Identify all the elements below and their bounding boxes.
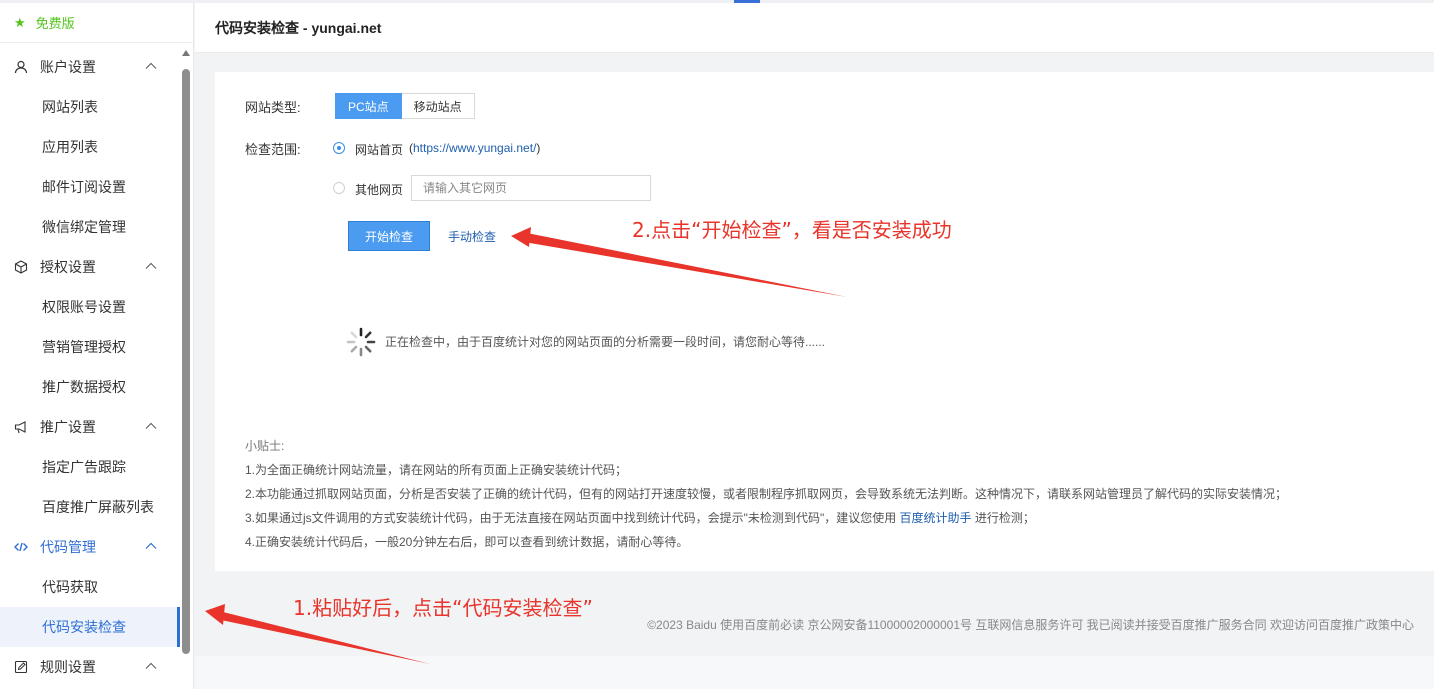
sidebar-group-label: 账户设置 <box>40 59 96 75</box>
sidebar-item-permission-accounts[interactable]: 权限账号设置 <box>0 287 180 327</box>
sidebar-item-label: 邮件订阅设置 <box>42 179 126 195</box>
scroll-up-arrow-icon[interactable] <box>182 50 190 56</box>
sidebar-group-code-management[interactable]: 代码管理 <box>0 527 180 567</box>
edit-icon <box>14 660 28 674</box>
sidebar: ★ 免费版 账户设置 网站列表 应用列表 邮件订阅设置 微信绑定管理 授权设置 … <box>0 3 194 689</box>
sidebar-group-promotion-settings[interactable]: 推广设置 <box>0 407 180 447</box>
tips-section: 小贴士: 1.为全面正确统计网站流量，请在网站的所有页面上正确安装统计代码； 2… <box>245 434 1287 554</box>
user-icon <box>14 60 28 74</box>
sidebar-group-label: 授权设置 <box>40 259 96 275</box>
start-check-button[interactable]: 开始检查 <box>348 221 430 251</box>
scope-homepage-label: 网站首页 <box>355 143 404 157</box>
sidebar-item-baidu-block-list[interactable]: 百度推广屏蔽列表 <box>0 487 180 527</box>
other-page-input[interactable] <box>411 175 651 201</box>
tips-title: 小贴士: <box>245 439 285 453</box>
sidebar-item-wechat-binding[interactable]: 微信绑定管理 <box>0 207 180 247</box>
sidebar-group-rule-settings[interactable]: 规则设置 <box>0 647 180 687</box>
sidebar-item-app-list[interactable]: 应用列表 <box>0 127 180 167</box>
sidebar-group-label: 代码管理 <box>40 539 96 555</box>
scope-other-radio[interactable] <box>333 182 345 194</box>
sidebar-menu: 账户设置 网站列表 应用列表 邮件订阅设置 微信绑定管理 授权设置 权限账号设置… <box>0 47 180 687</box>
loading-spinner-icon <box>346 327 376 357</box>
megaphone-icon <box>14 420 28 434</box>
tip-line-2: 2.本功能通过抓取网站页面，分析是否安装了正确的统计代码，但有的网站打开速度较慢… <box>245 487 1288 501</box>
sidebar-item-label: 指定广告跟踪 <box>42 459 126 475</box>
scope-homepage-url: (https://www.yungai.net/) <box>409 141 541 155</box>
sidebar-item-label: 网站列表 <box>42 99 98 115</box>
site-type-label: 网站类型: <box>245 100 301 115</box>
scope-other-label: 其他网页 <box>355 183 404 197</box>
bottom-strip <box>195 656 1434 689</box>
sidebar-item-label: 微信绑定管理 <box>42 219 126 235</box>
sidebar-item-label: 权限账号设置 <box>42 299 126 315</box>
sidebar-item-label: 应用列表 <box>42 139 98 155</box>
checking-status-text: 正在检查中，由于百度统计对您的网站页面的分析需要一段时间，请您耐心等待.....… <box>385 335 826 349</box>
free-version-label: 免费版 <box>35 16 75 31</box>
sidebar-item-label: 代码获取 <box>42 579 98 595</box>
manual-check-link[interactable]: 手动检查 <box>448 228 496 245</box>
sidebar-group-authorization-settings[interactable]: 授权设置 <box>0 247 180 287</box>
page-title: 代码安装检查 - yungai.net <box>215 19 382 36</box>
tip-line-3: 3.如果通过js文件调用的方式安装统计代码，由于无法直接在网站页面中找到统计代码… <box>245 511 1035 525</box>
free-version-badge: ★ 免费版 <box>0 3 193 43</box>
chevron-up-icon <box>145 422 157 429</box>
baidu-stats-helper-link[interactable]: 百度统计助手 <box>900 511 972 525</box>
annotation-step2: 2.点击“开始检查”，看是否安装成功 <box>632 218 952 242</box>
sidebar-item-code-install-check[interactable]: 代码安装检查 <box>0 607 180 647</box>
sidebar-group-label: 推广设置 <box>40 419 96 435</box>
sidebar-item-ad-tracking[interactable]: 指定广告跟踪 <box>0 447 180 487</box>
cube-icon <box>14 260 28 274</box>
chevron-up-icon <box>145 542 157 549</box>
star-icon: ★ <box>14 14 26 30</box>
sidebar-item-label: 营销管理授权 <box>42 339 126 355</box>
check-panel: 网站类型: PC站点 移动站点 检查范围: 网站首页 (https://www.… <box>215 72 1434 571</box>
chevron-up-icon <box>145 262 157 269</box>
site-type-pc-button[interactable]: PC站点 <box>335 93 402 119</box>
site-type-toggle: PC站点 移动站点 <box>335 93 475 119</box>
page-header: 代码安装检查 - yungai.net <box>195 3 1434 53</box>
sidebar-item-marketing-authorization[interactable]: 营销管理授权 <box>0 327 180 367</box>
scope-homepage-radio[interactable] <box>333 142 345 154</box>
code-icon <box>14 540 28 554</box>
sidebar-item-label: 代码安装检查 <box>42 619 126 635</box>
sidebar-scrollbar-thumb[interactable] <box>182 69 190 654</box>
sidebar-group-label: 规则设置 <box>40 659 96 675</box>
sidebar-item-email-subscription[interactable]: 邮件订阅设置 <box>0 167 180 207</box>
tip-line-4: 4.正确安装统计代码后，一般20分钟左右后，即可以查看到统计数据，请耐心等待。 <box>245 535 689 549</box>
chevron-up-icon <box>145 62 157 69</box>
scope-label: 检查范围: <box>245 142 301 157</box>
site-type-mobile-button[interactable]: 移动站点 <box>401 93 475 119</box>
chevron-up-icon <box>145 662 157 669</box>
sidebar-group-account-settings[interactable]: 账户设置 <box>0 47 180 87</box>
footer-text: ©2023 Baidu 使用百度前必读 京公网安备11000002000001号… <box>647 618 1414 632</box>
sidebar-item-promotion-data-authorization[interactable]: 推广数据授权 <box>0 367 180 407</box>
annotation-step1: 1.粘贴好后，点击“代码安装检查” <box>293 596 593 620</box>
sidebar-item-get-code[interactable]: 代码获取 <box>0 567 180 607</box>
sidebar-item-label: 推广数据授权 <box>42 379 126 395</box>
arrow-head-step1 <box>205 604 225 625</box>
sidebar-item-label: 百度推广屏蔽列表 <box>42 499 154 515</box>
tip-line-1: 1.为全面正确统计网站流量，请在网站的所有页面上正确安装统计代码； <box>245 463 628 477</box>
sidebar-item-site-list[interactable]: 网站列表 <box>0 87 180 127</box>
